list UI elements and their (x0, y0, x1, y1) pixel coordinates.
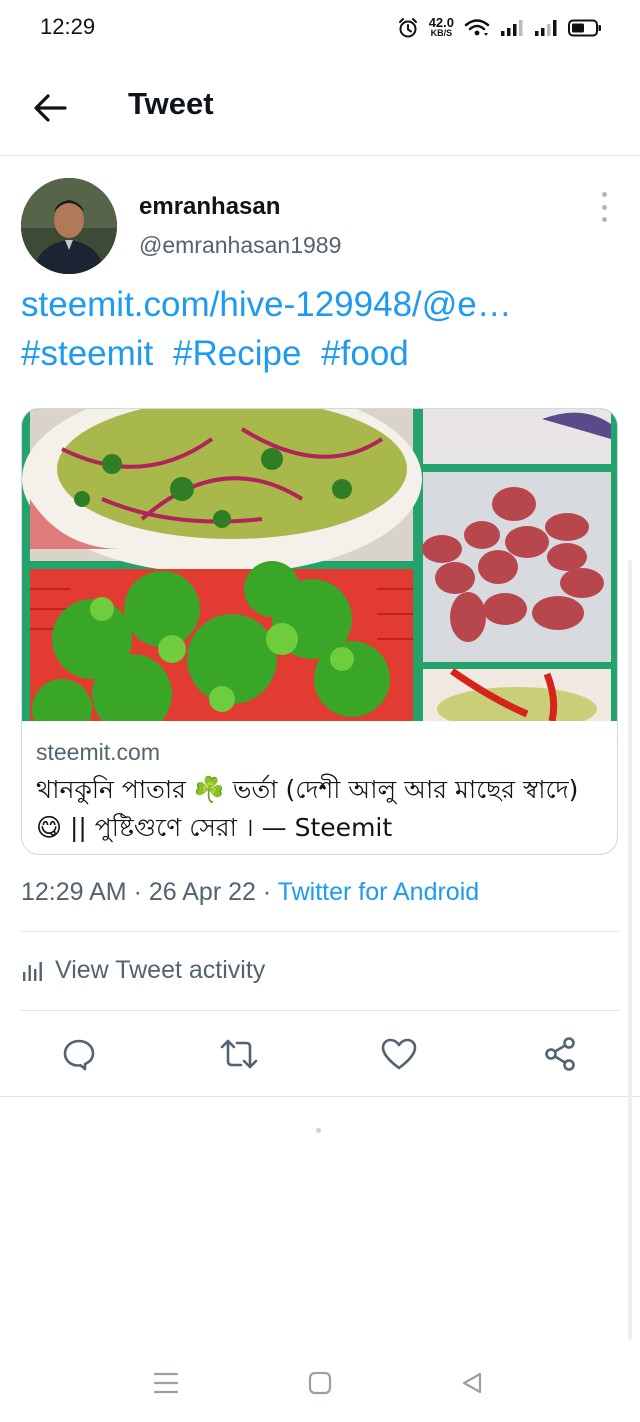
more-vertical-icon-dot (601, 204, 607, 210)
app-header: Tweet (0, 56, 640, 156)
tweet-hashtags: #steemit #Recipe #food (21, 329, 621, 378)
home-button[interactable] (302, 1365, 338, 1401)
share-icon (545, 1037, 575, 1071)
meta-separator: · (133, 878, 142, 906)
battery-icon (568, 19, 601, 37)
author-display-name[interactable]: emranhasan (139, 193, 280, 221)
view-tweet-activity[interactable]: View Tweet activity (21, 956, 265, 985)
tweet-date: 26 Apr 22 (148, 878, 256, 906)
activity-label: View Tweet activity (55, 956, 266, 984)
hashtag-link[interactable]: #food (321, 334, 409, 373)
card-image[interactable] (22, 409, 617, 721)
status-time: 12:29 (40, 14, 96, 39)
more-vertical-icon-dot (601, 217, 607, 222)
signal-icon (535, 20, 557, 36)
hashtag-link[interactable]: #Recipe (173, 334, 301, 373)
tweet-source-link[interactable]: Twitter for Android (278, 878, 479, 906)
card-domain: steemit.com (36, 739, 160, 765)
retweet-button[interactable] (219, 1034, 259, 1074)
status-bar: 12:29 42.0 KB/S (0, 0, 640, 56)
meta-separator: · (262, 878, 272, 906)
reply-icon (63, 1039, 95, 1071)
more-options-button[interactable] (594, 192, 614, 222)
hashtag-link[interactable]: #steemit (21, 334, 153, 373)
system-nav-bar (0, 1345, 640, 1422)
status-icons: 42.0 KB/S (397, 14, 602, 42)
tweet-actions (0, 1010, 640, 1096)
signal-icon (501, 20, 523, 36)
home-square-icon (308, 1371, 332, 1395)
alarm-icon (398, 18, 417, 38)
divider (21, 931, 619, 932)
arrow-left-icon (34, 94, 67, 122)
like-icon (381, 1038, 417, 1070)
share-button[interactable] (540, 1034, 580, 1074)
loading-indicator (316, 1128, 321, 1133)
wifi-icon (464, 19, 490, 36)
back-nav-button[interactable] (454, 1365, 490, 1401)
bar-chart-icon (23, 961, 42, 981)
food-collage-image (22, 409, 617, 721)
avatar[interactable] (21, 178, 117, 274)
back-triangle-icon (462, 1372, 482, 1394)
tweet-text: steemit.com/hive-129948/@e… #steemit #Re… (21, 280, 621, 378)
link-preview-card[interactable]: steemit.com থানকুনি পাতার ☘️ ভর্তা (দেশী… (21, 408, 618, 855)
like-button[interactable] (379, 1034, 419, 1074)
scrollbar[interactable] (628, 560, 632, 1340)
menu-button[interactable] (148, 1365, 184, 1401)
avatar-image (21, 178, 117, 274)
retweet-icon (220, 1039, 258, 1069)
back-button[interactable] (30, 88, 70, 128)
tweet-link[interactable]: steemit.com/hive-129948/@e… (21, 280, 621, 329)
reply-button[interactable] (59, 1034, 99, 1074)
author-handle[interactable]: @emranhasan1989 (139, 232, 341, 259)
net-speed-unit: KB/S (430, 28, 453, 38)
net-speed: 42.0 KB/S (428, 15, 454, 38)
divider (0, 1096, 640, 1097)
card-title: থানকুনি পাতার ☘️ ভর্তা (দেশী আলু আর মাছে… (36, 775, 579, 842)
tweet-meta: 12:29 AM · 26 Apr 22 · Twitter for Andro… (21, 878, 479, 907)
net-speed-value: 42.0 (428, 15, 454, 30)
tweet-time: 12:29 AM (21, 878, 127, 906)
page-title: Tweet (128, 86, 214, 121)
more-vertical-icon (601, 192, 607, 197)
menu-icon (153, 1372, 179, 1394)
